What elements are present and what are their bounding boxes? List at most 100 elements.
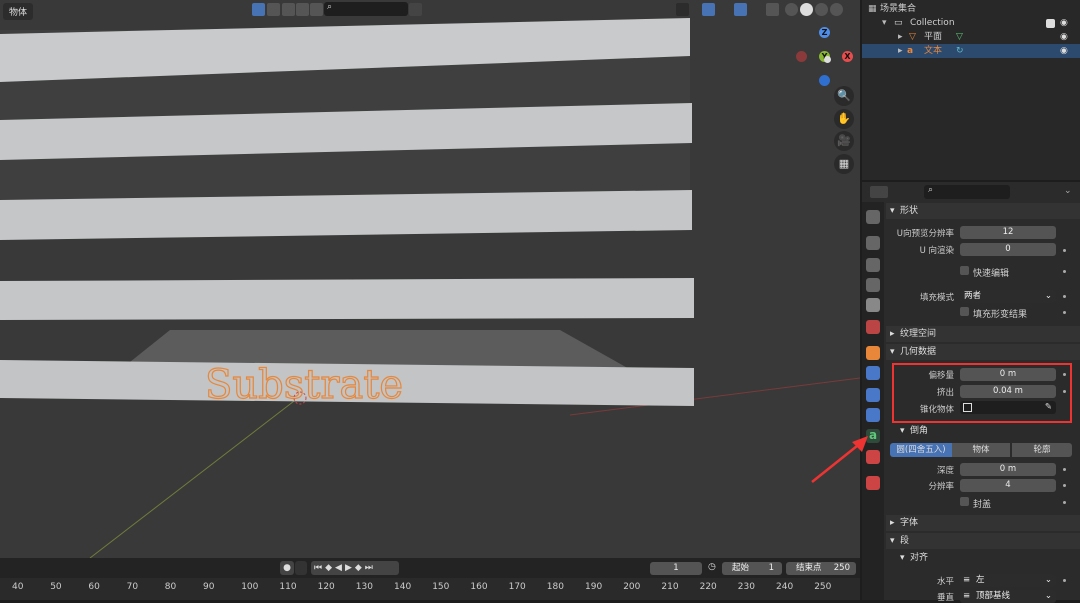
physics-tab-icon[interactable] xyxy=(866,408,880,422)
render-tab-icon[interactable] xyxy=(866,236,880,250)
eye-icon[interactable]: ◉ xyxy=(1060,44,1068,58)
collection-row[interactable]: ▾ ▭ Collection ◉ xyxy=(862,16,1080,30)
gizmo-x-axis[interactable]: X xyxy=(842,51,853,62)
outliner-root[interactable]: ▦ 场景集合 xyxy=(862,2,1080,16)
resolution-field[interactable]: 4 xyxy=(960,479,1056,492)
visibility-icon[interactable] xyxy=(676,3,689,16)
section-geometry[interactable]: ▾ 几何数据 xyxy=(886,344,1080,360)
gizmo-z-axis[interactable]: Z xyxy=(819,27,830,38)
3d-viewport[interactable]: Substrate 物体 ⌕ Z Y X 🔍 ✋ 🎥 ▦ xyxy=(0,0,860,558)
outliner-item-plane[interactable]: ▸ ▽ 平面 ▽ ◉ xyxy=(862,30,1080,44)
xray-icon[interactable] xyxy=(766,3,779,16)
scene-tab-icon[interactable] xyxy=(866,298,880,312)
frame-tick: 190 xyxy=(585,582,603,592)
expand-icon[interactable]: ▾ xyxy=(882,16,887,30)
u-render-field[interactable]: 0 xyxy=(960,243,1056,256)
keyframe-dot[interactable] xyxy=(1063,295,1066,298)
vertical-align-select[interactable]: ≡ 顶部基线 ⌄ xyxy=(960,590,1056,603)
search-input[interactable]: ⌕ xyxy=(324,2,408,16)
wireframe-icon[interactable] xyxy=(785,3,798,16)
keyframe-dot[interactable] xyxy=(1063,484,1066,487)
options-icon[interactable]: ⌄ xyxy=(1064,186,1072,196)
dropdown-icon[interactable] xyxy=(409,3,422,16)
camera-view-icon[interactable]: 🎥 xyxy=(834,131,854,151)
frame-ruler[interactable]: 40 50 60 70 80 90 100 110 120 130 140 150 160 170 180 1… xyxy=(0,578,860,600)
object-tab-icon[interactable] xyxy=(866,346,880,360)
camera-icon[interactable] xyxy=(310,3,323,16)
section-texture-space[interactable]: ▸ 纹理空间 xyxy=(886,326,1080,342)
section-font[interactable]: ▸ 字体 xyxy=(886,515,1080,531)
section-bevel[interactable]: ▾ 倒角 xyxy=(896,424,928,438)
section-alignment[interactable]: ▾ 对齐 xyxy=(896,551,928,565)
outliner-item-text[interactable]: ▸ a 文本 ↻ ◉ xyxy=(862,44,1080,58)
select-box-icon[interactable] xyxy=(252,3,265,16)
record-options-icon[interactable] xyxy=(295,561,307,575)
solid-icon[interactable] xyxy=(800,3,813,16)
u-preview-field[interactable]: 12 xyxy=(960,226,1056,239)
eye-icon[interactable]: ◉ xyxy=(1060,16,1068,30)
keyframe-dot[interactable] xyxy=(1063,311,1066,314)
grid-toggle-icon[interactable]: ▦ xyxy=(834,154,854,174)
rendered-icon[interactable] xyxy=(830,3,843,16)
keyframe-dot[interactable] xyxy=(1063,579,1066,582)
frame-tick: 200 xyxy=(623,582,641,592)
fill-deform-checkbox[interactable] xyxy=(960,307,969,316)
keyframe-dot[interactable] xyxy=(1063,270,1066,273)
frame-tick: 220 xyxy=(699,582,717,592)
overlay-icon[interactable] xyxy=(734,3,747,16)
extrude-field[interactable]: 0.04 m xyxy=(960,385,1056,398)
depth-field[interactable]: 0 m xyxy=(960,463,1056,476)
view-layer-tab-icon[interactable] xyxy=(866,278,880,292)
eye-icon[interactable] xyxy=(282,3,295,16)
zoom-icon[interactable]: 🔍 xyxy=(834,86,854,106)
bevel-mode-profile[interactable]: 轮廓 xyxy=(1012,443,1072,457)
filter-icon[interactable] xyxy=(296,3,309,16)
expand-icon[interactable]: ▸ xyxy=(898,44,903,58)
gizmo-icon[interactable] xyxy=(702,3,715,16)
keyframe-dot[interactable] xyxy=(1063,249,1066,252)
fill-caps-checkbox[interactable] xyxy=(960,497,969,506)
horizontal-align-select[interactable]: ≡ 左 ⌄ xyxy=(960,574,1056,587)
props-search-input[interactable]: ⌕ xyxy=(924,185,1010,199)
fill-mode-value: 两者 xyxy=(964,291,982,301)
record-icon[interactable]: ● xyxy=(280,561,294,575)
bevel-mode-round[interactable]: 圆(四舍五入) xyxy=(890,443,952,457)
current-frame-field[interactable]: 1 xyxy=(650,562,702,575)
start-label: 起始 xyxy=(732,563,750,573)
taper-object-field[interactable]: ✎ xyxy=(960,401,1056,414)
world-tab-icon[interactable] xyxy=(866,320,880,334)
bevel-mode-object[interactable]: 物体 xyxy=(952,443,1010,457)
clock-icon[interactable]: ◷ xyxy=(708,562,716,572)
keyframe-dot[interactable] xyxy=(1063,373,1066,376)
eyedropper-icon[interactable]: ✎ xyxy=(1045,401,1052,414)
keyframe-dot[interactable] xyxy=(1063,390,1066,393)
gizmo-neg-z-axis[interactable] xyxy=(819,75,830,86)
gizmo-neg-x-axis[interactable] xyxy=(796,51,807,62)
playback-controls[interactable]: ⏮◆◀▶◆⏭ xyxy=(311,561,399,575)
checkbox-icon[interactable] xyxy=(1046,19,1055,28)
expand-icon[interactable]: ▸ xyxy=(898,30,903,44)
fill-mode-select[interactable]: 两者 ⌄ xyxy=(960,290,1056,303)
tool-tab-icon[interactable] xyxy=(866,210,880,224)
end-value: 250 xyxy=(833,563,850,573)
section-paragraph[interactable]: ▾ 段 xyxy=(886,533,1080,549)
eye-icon[interactable]: ◉ xyxy=(1060,30,1068,44)
pan-hand-icon[interactable]: ✋ xyxy=(834,109,854,129)
shading-icon[interactable] xyxy=(267,3,280,16)
keyframe-dot[interactable] xyxy=(1063,468,1066,471)
offset-field[interactable]: 0 m xyxy=(960,368,1056,381)
section-shape[interactable]: ▾ 形状 xyxy=(886,203,1080,219)
mode-tab[interactable]: 物体 xyxy=(3,3,34,20)
text-object-icon: a xyxy=(907,46,914,56)
text-data-icon[interactable]: ↻ xyxy=(956,44,964,58)
modifier-tab-icon[interactable] xyxy=(866,366,880,380)
mesh-data-icon[interactable]: ▽ xyxy=(956,30,963,44)
keyframe-dot[interactable] xyxy=(1063,501,1066,504)
fast-edit-checkbox[interactable] xyxy=(960,266,969,275)
start-frame-field[interactable]: 起始 1 xyxy=(722,562,782,575)
material-icon[interactable] xyxy=(815,3,828,16)
editor-type-icon[interactable] xyxy=(870,186,888,198)
end-frame-field[interactable]: 结束点 250 xyxy=(786,562,856,575)
output-tab-icon[interactable] xyxy=(866,258,880,272)
particles-tab-icon[interactable] xyxy=(866,388,880,402)
